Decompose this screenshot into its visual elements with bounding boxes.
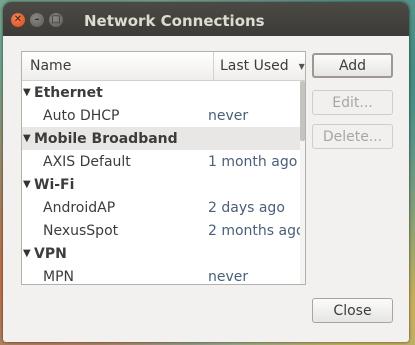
group-label: Mobile Broadband <box>34 130 178 147</box>
group-label: Wi-Fi <box>34 176 75 193</box>
connections-tree[interactable]: Name Last Used ▼ ▼ Ethernet Auto DHCP ne… <box>21 51 306 285</box>
delete-button[interactable]: Delete... <box>312 124 393 149</box>
connection-last-used: 1 month ago <box>208 153 298 170</box>
group-row-ethernet[interactable]: ▼ Ethernet <box>22 81 305 104</box>
connection-last-used: 2 months ago <box>208 222 305 239</box>
group-row-vpn[interactable]: ▼ VPN <box>22 242 305 265</box>
close-window-icon[interactable]: ✕ <box>11 13 25 27</box>
expander-open-icon[interactable]: ▼ <box>23 133 34 144</box>
maximize-window-icon[interactable]: □ <box>49 13 63 27</box>
connection-name: AndroidAP <box>43 199 116 216</box>
connection-row-nexusspot[interactable]: NexusSpot 2 months ago <box>22 219 305 242</box>
column-header-name-label: Name <box>30 58 72 74</box>
group-label: Ethernet <box>34 84 103 101</box>
column-header-last-used-label: Last Used <box>220 58 289 74</box>
connection-row-androidap[interactable]: AndroidAP 2 days ago <box>22 196 305 219</box>
title-bar[interactable]: ✕ – □ Network Connections <box>3 2 409 36</box>
connection-name: NexusSpot <box>43 222 119 239</box>
group-label: VPN <box>34 245 67 262</box>
edit-button[interactable]: Edit... <box>312 90 393 115</box>
connection-row-auto-dhcp[interactable]: Auto DHCP never <box>22 104 305 127</box>
connection-name: MPN <box>43 268 74 285</box>
connection-row-mpn[interactable]: MPN never <box>22 265 305 285</box>
group-row-mobile-broadband[interactable]: ▼ Mobile Broadband <box>22 127 305 150</box>
expander-open-icon[interactable]: ▼ <box>23 87 34 98</box>
dialog-content: Name Last Used ▼ ▼ Ethernet Auto DHCP ne… <box>3 36 409 342</box>
network-connections-window: ✕ – □ Network Connections Name Last Used… <box>3 2 409 342</box>
close-button[interactable]: Close <box>312 298 393 323</box>
sort-down-icon: ▼ <box>298 61 305 71</box>
connection-row-axis-default[interactable]: AXIS Default 1 month ago <box>22 150 305 173</box>
column-header-last-used[interactable]: Last Used ▼ <box>214 52 305 80</box>
add-button[interactable]: Add <box>312 53 393 78</box>
window-title: Network Connections <box>84 12 265 30</box>
column-header-name[interactable]: Name <box>22 52 214 80</box>
group-row-wifi[interactable]: ▼ Wi-Fi <box>22 173 305 196</box>
connection-last-used: 2 days ago <box>208 199 285 216</box>
tree-header: Name Last Used ▼ <box>22 52 305 81</box>
expander-open-icon[interactable]: ▼ <box>23 179 34 190</box>
expander-open-icon[interactable]: ▼ <box>23 248 34 259</box>
minimize-window-icon[interactable]: – <box>30 13 44 27</box>
connection-last-used: never <box>208 268 249 285</box>
scrollbar-thumb[interactable] <box>300 81 305 141</box>
connection-name: AXIS Default <box>43 153 131 170</box>
connection-name: Auto DHCP <box>43 107 120 124</box>
connection-last-used: never <box>208 107 249 124</box>
